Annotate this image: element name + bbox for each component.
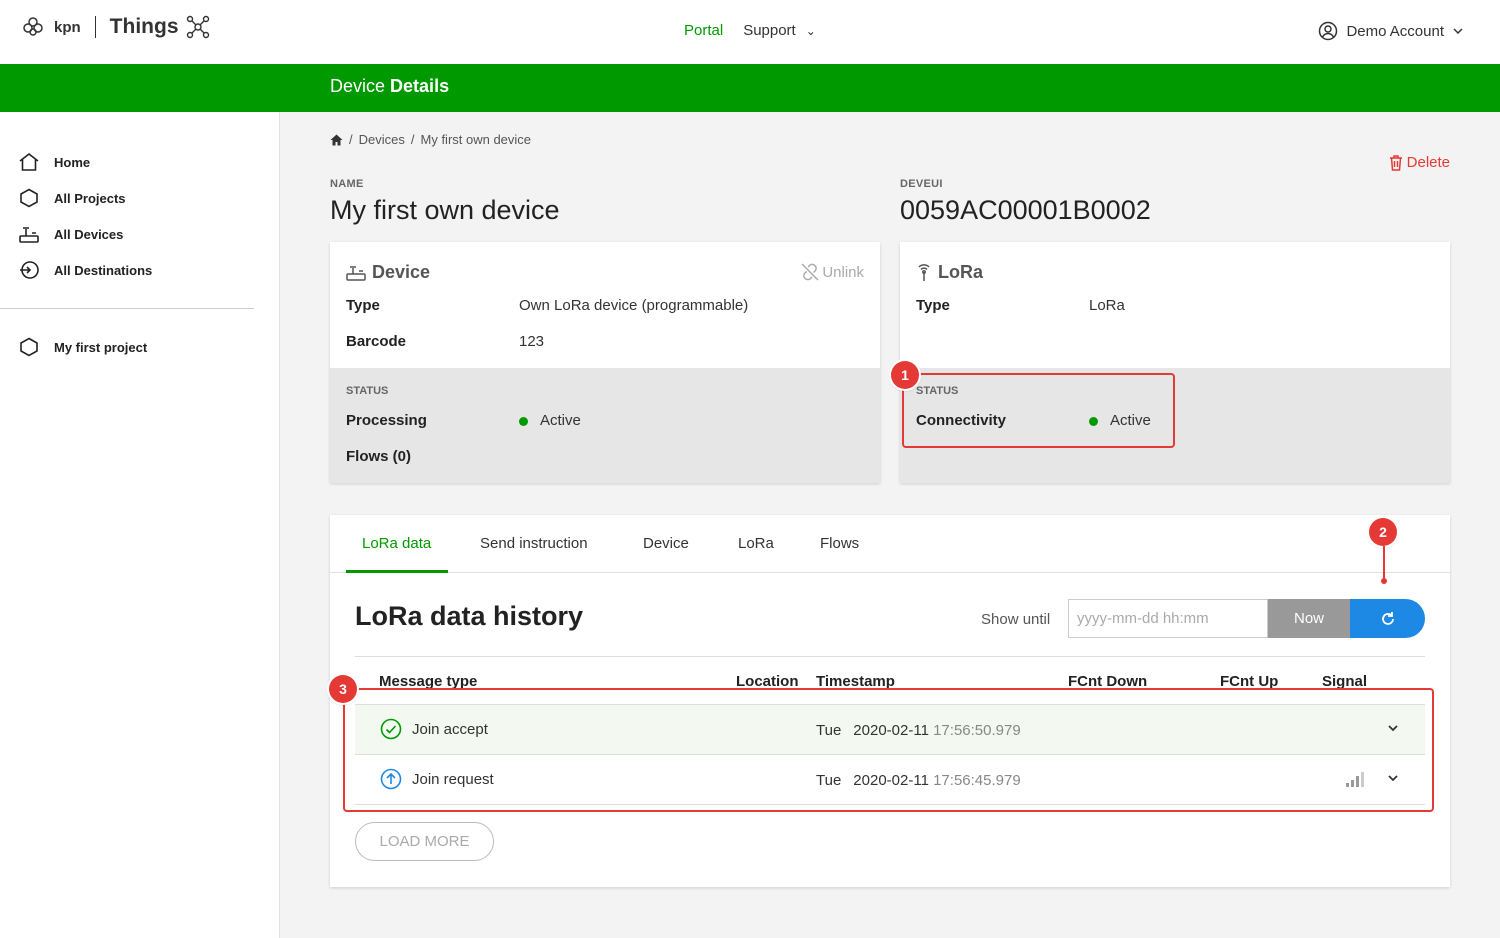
top-bar: kpn Things Portal Support ⌄ Demo Account (0, 0, 1500, 64)
antenna-icon (918, 263, 930, 281)
nav-support-label: Support (743, 22, 796, 39)
tab-flows[interactable]: Flows (820, 535, 859, 552)
sidebar-item-all-projects[interactable]: All Projects (18, 188, 126, 208)
lora-card-title-text: LoRa (938, 262, 983, 282)
device-deveui: 0059AC00001B0002 (900, 195, 1151, 225)
router-icon (19, 227, 39, 243)
kpn-flower-icon (23, 17, 43, 36)
hexagon-icon (20, 188, 38, 208)
annotation-badge-2: 2 (1369, 518, 1397, 546)
now-button[interactable]: Now (1268, 599, 1350, 638)
status-title: STATUS (346, 385, 389, 397)
history-title: LoRa data history (355, 601, 584, 631)
barcode-label: Barcode (346, 333, 407, 350)
type-label: Type (916, 297, 950, 314)
show-until-label: Show until (981, 611, 1051, 628)
refresh-button[interactable] (1350, 599, 1425, 638)
nav-support[interactable]: Support ⌄ (743, 22, 816, 39)
delete-button[interactable]: Delete (1389, 154, 1450, 171)
unlink-button[interactable]: Unlink (800, 262, 864, 282)
load-more-button[interactable]: LOAD MORE (355, 822, 494, 861)
flows-label[interactable]: Flows (0) (346, 448, 411, 465)
annotation-badge-1: 1 (891, 361, 919, 389)
chevron-down-icon: ⌄ (805, 24, 816, 38)
nav-portal[interactable]: Portal (684, 22, 723, 39)
home-icon (19, 152, 39, 171)
home-icon[interactable] (330, 134, 343, 146)
breadcrumb-devices[interactable]: Devices (359, 132, 405, 147)
account-menu[interactable]: Demo Account (1318, 21, 1464, 41)
device-status-area: STATUS Processing Active Flows (0) (330, 368, 880, 483)
hexagon-icon (20, 337, 38, 357)
breadcrumb-separator: / (349, 132, 353, 147)
tab-send-instruction[interactable]: Send instruction (480, 535, 588, 552)
date-input[interactable] (1068, 599, 1268, 638)
destination-icon (20, 261, 39, 279)
device-card-title: Device (346, 262, 430, 283)
active-tab-indicator (346, 570, 448, 573)
type-label: Type (346, 297, 380, 314)
annotation-box-1 (902, 373, 1175, 448)
type-value: LoRa (1089, 297, 1125, 314)
sidebar-item-all-destinations[interactable]: All Destinations (18, 260, 152, 280)
unlink-label: Unlink (822, 263, 864, 281)
sidebar: Home All Projects All Devices All Destin… (0, 112, 280, 938)
breadcrumb-separator: / (410, 132, 415, 147)
annotation-box-3 (343, 688, 1434, 812)
delete-label: Delete (1406, 154, 1450, 171)
tab-lora[interactable]: LoRa (738, 535, 774, 552)
status-dot (519, 416, 528, 426)
device-card-title-text: Device (372, 262, 431, 282)
tab-device[interactable]: Device (643, 535, 689, 552)
sidebar-item-my-first-project[interactable]: My first project (18, 337, 147, 357)
page-title-light: Device (330, 76, 386, 96)
page-title: Device Details (330, 76, 449, 97)
logo[interactable]: kpn Things (22, 14, 211, 40)
page-banner: Device Details (0, 64, 1500, 112)
refresh-icon (1381, 611, 1394, 625)
router-icon (346, 265, 366, 281)
unlink-icon (801, 263, 819, 281)
sidebar-item-label: All Projects (54, 190, 126, 206)
processing-status: Active (519, 412, 581, 429)
network-icon (186, 15, 209, 39)
sidebar-item-label: Home (54, 154, 91, 170)
breadcrumb-current: My first own device (420, 132, 532, 147)
brand-things: Things (109, 15, 179, 38)
lora-card-title: LoRa (916, 262, 983, 283)
barcode-value: 123 (519, 333, 545, 350)
processing-label: Processing (346, 412, 427, 429)
account-name: Demo Account (1346, 22, 1444, 40)
annotation-badge-3: 3 (329, 675, 357, 703)
sidebar-item-label: All Devices (54, 226, 124, 242)
sidebar-item-home[interactable]: Home (18, 152, 90, 172)
name-label: NAME (330, 178, 364, 190)
sidebar-item-all-devices[interactable]: All Devices (18, 224, 123, 244)
main-content: / Devices / My first own device Delete N… (280, 112, 1500, 938)
tab-lora-data[interactable]: LoRa data (362, 535, 431, 552)
table-divider (355, 656, 1425, 657)
processing-value: Active (540, 412, 581, 429)
type-value: Own LoRa device (programmable) (519, 297, 749, 314)
user-icon (1319, 21, 1338, 41)
device-name: My first own device (330, 195, 560, 225)
device-card: Device Unlink Type Own LoRa device (prog… (330, 242, 880, 483)
page-title-bold: Details (390, 76, 450, 96)
sidebar-divider (0, 308, 254, 309)
trash-icon (1389, 154, 1402, 171)
tab-bar: LoRa data Send instruction Device LoRa F… (330, 515, 1450, 573)
top-nav: Portal Support ⌄ (684, 22, 816, 39)
sidebar-item-label: My first project (54, 339, 148, 355)
sidebar-item-label: All Destinations (54, 262, 153, 278)
logo-divider (94, 16, 96, 38)
deveui-label: DEVEUI (900, 178, 943, 190)
annotation-pointer-2 (1381, 546, 1387, 584)
breadcrumb: / Devices / My first own device (330, 132, 531, 147)
chevron-down-icon (1453, 28, 1463, 35)
brand-kpn: kpn (54, 18, 81, 36)
